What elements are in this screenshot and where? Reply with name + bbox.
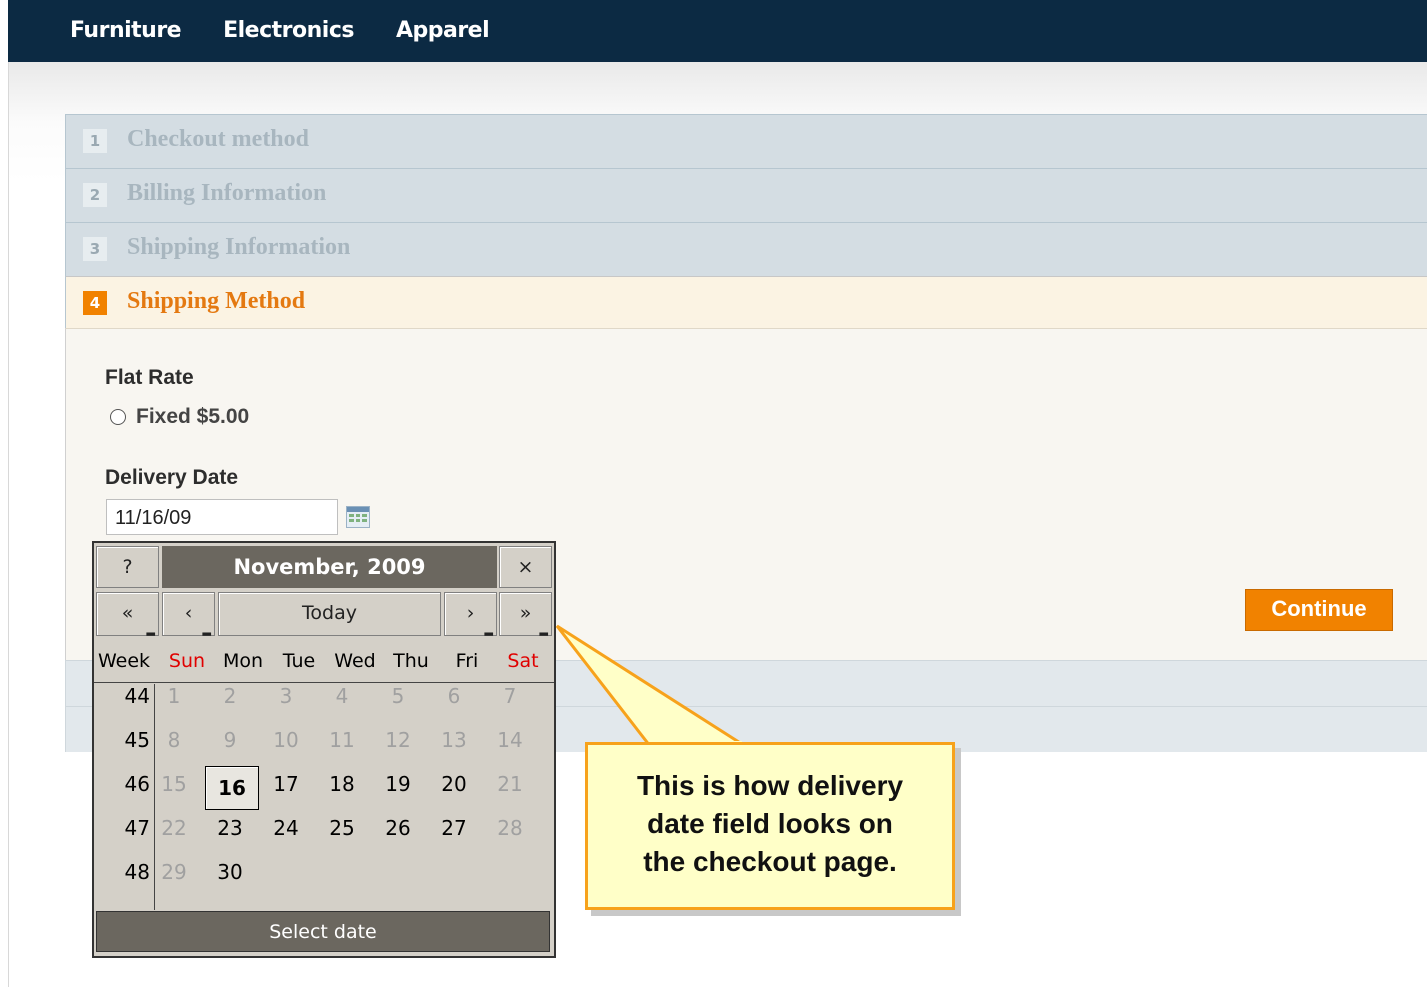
calendar-day-cell[interactable]: 27 <box>429 816 479 840</box>
double-right-chevron-icon: » <box>519 602 532 624</box>
category-nav: Furniture Electronics Apparel <box>70 18 490 43</box>
continue-button[interactable]: Continue <box>1245 589 1393 631</box>
next-year-button[interactable]: » ▂ <box>499 592 552 636</box>
calendar-day-cell[interactable]: 13 <box>429 728 479 752</box>
calendar-day-cell[interactable]: 25 <box>317 816 367 840</box>
calendar-help-button[interactable]: ? <box>96 546 159 588</box>
today-button[interactable]: Today <box>218 592 441 636</box>
prev-month-button[interactable]: ‹ ▂ <box>162 592 215 636</box>
calendar-day-cell[interactable]: 6 <box>429 684 479 708</box>
chevron-left-icon: ‹ <box>184 602 193 624</box>
top-nav-bar: Furniture Electronics Apparel <box>8 0 1427 62</box>
week-number: 44 <box>124 684 150 708</box>
calendar-close-button[interactable]: × <box>499 546 552 588</box>
step-title: Shipping Method <box>127 288 306 314</box>
calendar-day-cell[interactable]: 20 <box>429 772 479 796</box>
week-column-header: Week <box>97 650 151 672</box>
calendar-day-cell[interactable]: 8 <box>149 728 199 752</box>
calendar-day-cell[interactable]: 1 <box>149 684 199 708</box>
calendar-day-cell[interactable]: 15 <box>149 772 199 796</box>
weekday-sat: Sat <box>507 650 539 672</box>
calendar-day-cell[interactable]: 9 <box>205 728 255 752</box>
weekday-fri: Fri <box>455 650 479 672</box>
weekday-wed: Wed <box>334 650 376 672</box>
step-billing-information[interactable]: 2 Billing Information <box>65 168 1427 222</box>
nav-electronics[interactable]: Electronics <box>223 18 354 43</box>
calendar-day-cell[interactable]: 23 <box>205 816 255 840</box>
calendar-day-cell[interactable]: 28 <box>485 816 535 840</box>
step-number: 2 <box>83 183 107 207</box>
step-shipping-method[interactable]: 4 Shipping Method <box>65 276 1427 328</box>
calendar-day-cell[interactable]: 19 <box>373 772 423 796</box>
calendar-day-cell[interactable]: 16 <box>205 766 259 810</box>
flat-rate-label[interactable]: Fixed $5.00 <box>136 405 249 429</box>
weekday-tue: Tue <box>282 650 316 672</box>
calendar-day-cell[interactable]: 5 <box>373 684 423 708</box>
calendar-day-cell[interactable]: 29 <box>149 860 199 884</box>
calendar-day-cell[interactable]: 24 <box>261 816 311 840</box>
delivery-date-input[interactable]: 11/16/09 <box>106 499 338 535</box>
flat-rate-radio[interactable] <box>110 409 126 425</box>
calendar-day-cell[interactable]: 26 <box>373 816 423 840</box>
step-title: Checkout method <box>127 126 310 152</box>
week-number: 45 <box>124 728 150 752</box>
step-shipping-information[interactable]: 3 Shipping Information <box>65 222 1427 276</box>
annotation-callout: This is how delivery date field looks on… <box>585 742 955 910</box>
weekday-header: Week Sun Mon Tue Wed Thu Fri Sat <box>94 640 554 683</box>
step-checkout-method[interactable]: 1 Checkout method <box>65 114 1427 168</box>
weekday-sun: Sun <box>168 650 206 672</box>
calendar-day-cell[interactable]: 4 <box>317 684 367 708</box>
double-left-chevron-icon: « <box>121 602 134 624</box>
carrier-title: Flat Rate <box>105 366 194 389</box>
step-number: 4 <box>83 291 107 315</box>
calendar-day-cell[interactable]: 30 <box>205 860 255 884</box>
callout-line: date field looks on <box>647 808 893 839</box>
weekday-mon: Mon <box>222 650 264 672</box>
delivery-date-label: Delivery Date <box>105 466 239 489</box>
step-title: Shipping Information <box>127 234 351 260</box>
prev-year-button[interactable]: «▂ <box>96 592 159 636</box>
nav-apparel[interactable]: Apparel <box>396 18 490 43</box>
calendar-day-cell[interactable]: 3 <box>261 684 311 708</box>
calendar-day-cell[interactable]: 14 <box>485 728 535 752</box>
calendar-icon[interactable] <box>346 506 370 528</box>
calendar-status-bar: Select date <box>96 911 550 952</box>
week-number: 46 <box>124 772 150 796</box>
callout-text: This is how delivery date field looks on… <box>588 767 952 881</box>
callout-line: This is how delivery <box>636 770 904 801</box>
calendar-day-cell[interactable]: 10 <box>261 728 311 752</box>
week-number: 47 <box>124 816 150 840</box>
calendar-day-cell[interactable]: 21 <box>485 772 535 796</box>
calendar-day-cell[interactable]: 12 <box>373 728 423 752</box>
next-month-button[interactable]: › ▂ <box>444 592 497 636</box>
nav-furniture[interactable]: Furniture <box>70 18 182 43</box>
chevron-right-icon: › <box>466 602 475 624</box>
step-number: 1 <box>83 129 107 153</box>
step-number: 3 <box>83 237 107 261</box>
calendar-day-cell[interactable]: 18 <box>317 772 367 796</box>
weekday-thu: Thu <box>393 650 429 672</box>
calendar-month-title: November, 2009 <box>162 546 497 588</box>
step-title: Billing Information <box>127 180 327 206</box>
calendar-day-cell[interactable]: 11 <box>317 728 367 752</box>
week-number: 48 <box>124 860 150 884</box>
calendar-day-cell[interactable]: 17 <box>261 772 311 796</box>
calendar-day-cell[interactable]: 2 <box>205 684 255 708</box>
calendar-day-cell[interactable]: 22 <box>149 816 199 840</box>
date-picker-calendar: ? November, 2009 × «▂ ‹ ▂ Today › ▂ » ▂ Wee… <box>92 541 556 958</box>
callout-line: the checkout page. <box>643 846 897 877</box>
calendar-day-cell[interactable]: 7 <box>485 684 535 708</box>
